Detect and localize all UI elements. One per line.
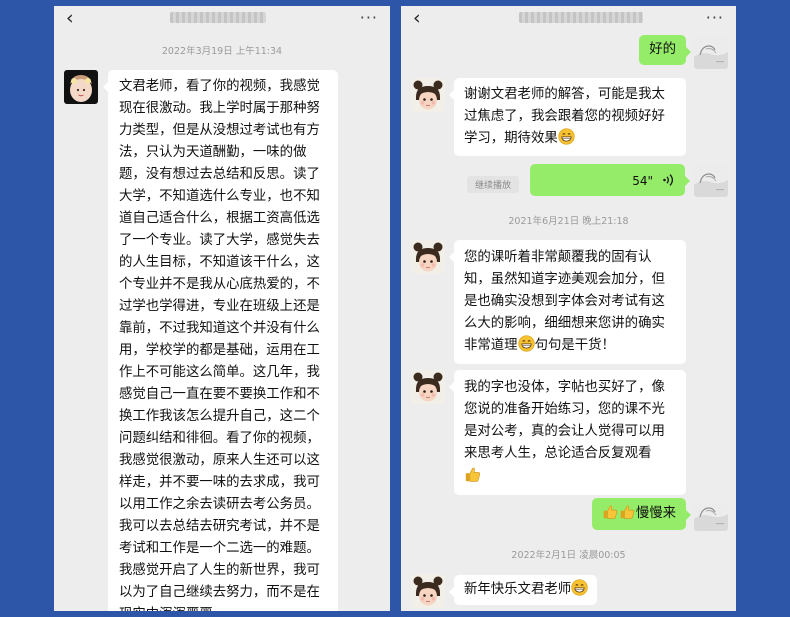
message-bubble[interactable]: 文君老师，看了你的视频，我感觉现在很激动。我上学时属于那种努力类型，但是从没想过…	[103, 70, 338, 611]
more-dots-icon[interactable]: ···	[360, 8, 378, 28]
timestamp: 2022年3月19日 上午11:34	[161, 46, 283, 57]
avatar[interactable]	[411, 574, 445, 608]
avatar[interactable]	[411, 370, 445, 404]
thumbs-up-emoji-icon	[619, 503, 636, 520]
chat-header: ‹ ···	[401, 6, 736, 32]
message-bubble[interactable]: 谢谢文君老师的解答，可能是我太过焦虑了，我会跟着您的视频好好学习，期待效果	[449, 78, 686, 156]
message-text: 慢慢来	[635, 506, 676, 521]
chat-header: ‹ ···	[54, 6, 390, 32]
message-bubble[interactable]: 您的课听着非常颠覆我的固有认知，虽然知道字迹美观会加分，但是也确实没想到字体会对…	[449, 240, 686, 364]
more-dots-icon[interactable]: ···	[706, 8, 724, 28]
chat-screenshot-left: ‹ ··· 2022年3月19日 上午11:34 文君老师，看了你的视频，我感觉…	[54, 6, 390, 611]
blurred-contact-name	[519, 12, 643, 23]
timestamp: 2021年6月21日 晚上21:18	[508, 216, 629, 227]
continue-play-button[interactable]: 继续播放	[467, 176, 520, 193]
grin-emoji-icon	[571, 579, 588, 596]
avatar[interactable]	[64, 70, 98, 104]
avatar-self[interactable]	[694, 163, 728, 197]
message-text: 好的	[649, 42, 676, 57]
blurred-contact-name	[170, 12, 266, 23]
message-bubble[interactable]: 新年快乐文君老师	[448, 575, 598, 605]
chat-screenshot-right: ‹ ··· 好的 谢谢文君老师的解答，可能是我太过焦虑了，我会跟着您的视频好好学…	[401, 6, 736, 611]
voice-message[interactable]: 54"	[530, 164, 690, 196]
timestamp: 2022年2月1日 凌晨00:05	[511, 550, 626, 561]
thumbs-up-emoji-icon	[464, 465, 482, 483]
message-bubble[interactable]: 我的字也没体，字帖也买好了，像您说的准备开始练习，您的课不光是对公考，真的会让人…	[449, 370, 686, 495]
chevron-left-icon[interactable]: ‹	[413, 7, 421, 29]
grin-emoji-icon	[558, 128, 575, 145]
avatar-self[interactable]	[694, 35, 728, 69]
message-bubble-outgoing[interactable]: 好的	[639, 35, 691, 65]
avatar[interactable]	[411, 78, 445, 112]
voice-wave-icon	[663, 174, 674, 186]
grin-emoji-icon	[518, 335, 535, 352]
message-text: 文君老师，看了你的视频，我感觉现在很激动。我上学时属于那种努力类型，但是从没想过…	[119, 79, 320, 611]
message-text: 新年快乐文君老师	[464, 582, 572, 597]
message-text-tail: 句句是干货！	[534, 338, 615, 353]
message-bubble-outgoing[interactable]: 慢慢来	[591, 498, 692, 530]
avatar-self[interactable]	[694, 497, 728, 531]
voice-duration: 54"	[632, 174, 653, 188]
avatar[interactable]	[411, 240, 445, 274]
chevron-left-icon[interactable]: ‹	[66, 7, 74, 29]
message-text: 我的字也没体，字帖也买好了，像您说的准备开始练习，您的课不光是对公考，真的会让人…	[464, 380, 665, 461]
thumbs-up-emoji-icon	[602, 503, 619, 520]
